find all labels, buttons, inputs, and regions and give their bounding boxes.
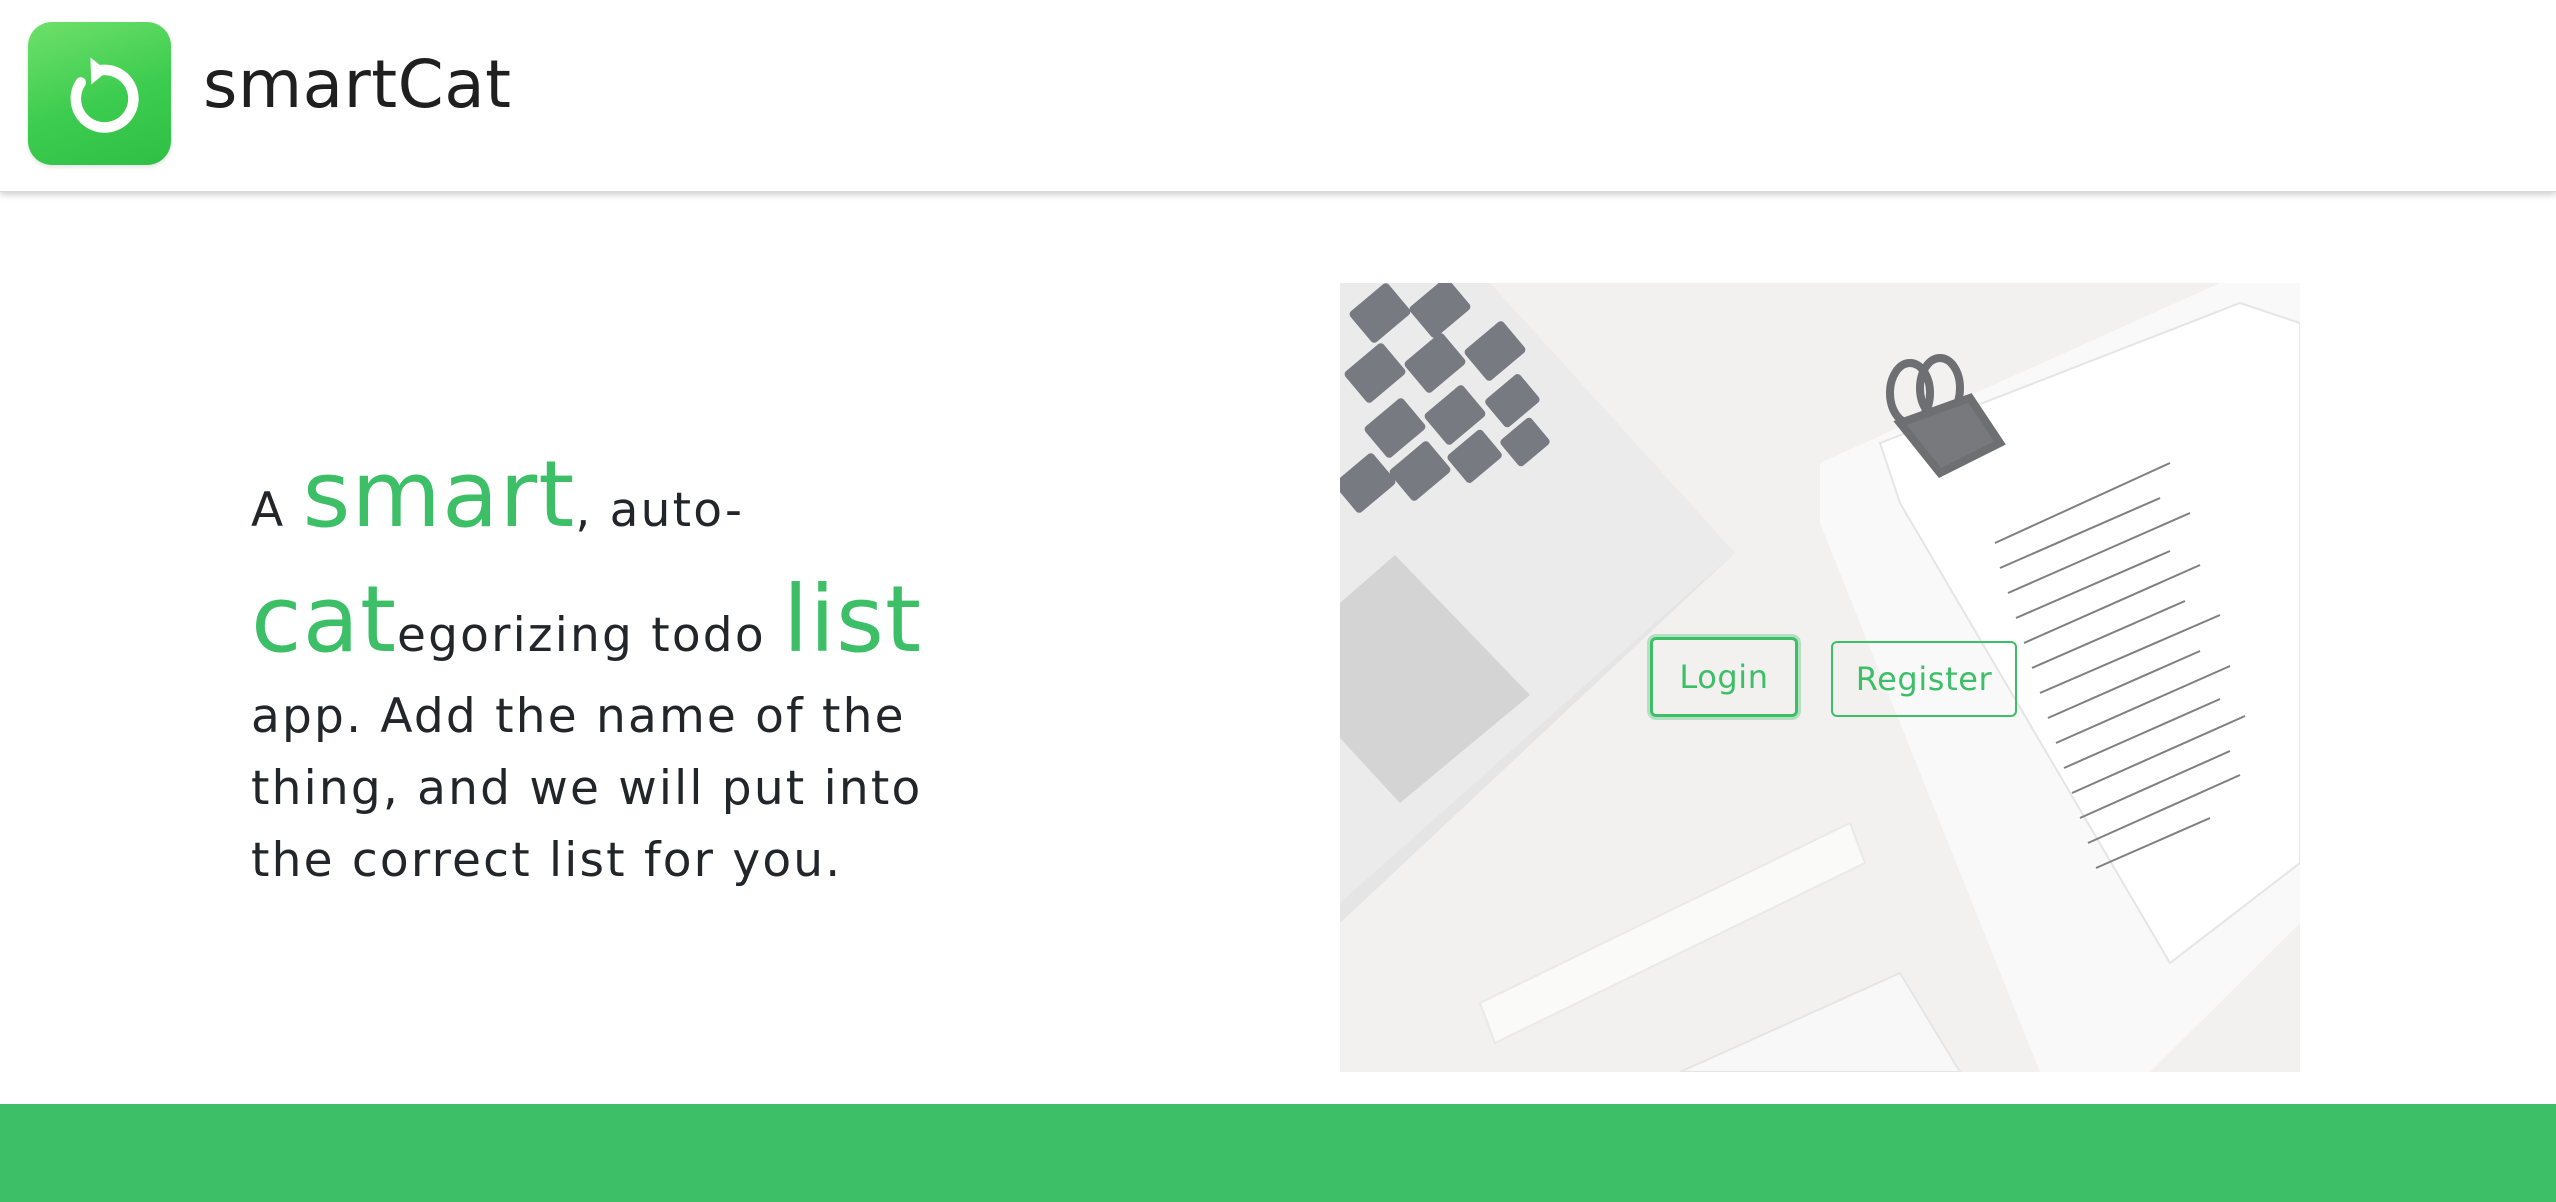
app-logo[interactable] xyxy=(28,22,171,165)
tagline-line-1: A smart, auto- xyxy=(251,430,1011,560)
app-title: smartCat xyxy=(203,46,512,123)
tagline-highlight-cat: cat xyxy=(251,566,398,673)
tagline-text: egorizing todo xyxy=(397,608,783,663)
tagline-line-2: categorizing todo list xyxy=(251,560,1011,685)
footer-band xyxy=(0,1104,2556,1202)
tagline-text: A xyxy=(251,483,303,538)
hero-image: Login Register xyxy=(1340,283,2300,1072)
register-button[interactable]: Register xyxy=(1831,641,2017,717)
tagline-description: app. Add the name of the thing, and we w… xyxy=(251,689,923,888)
top-navbar: smartCat xyxy=(0,0,2556,192)
desk-photo-illustration xyxy=(1340,283,2300,1072)
login-button[interactable]: Login xyxy=(1650,637,1798,717)
tagline-text: , auto- xyxy=(575,483,745,538)
tagline-highlight-smart: smart xyxy=(302,441,576,548)
hero-tagline: A smart, auto- categorizing todo list ap… xyxy=(251,430,1011,897)
tagline-highlight-list: list xyxy=(782,566,923,673)
refresh-arrow-icon xyxy=(70,57,139,133)
